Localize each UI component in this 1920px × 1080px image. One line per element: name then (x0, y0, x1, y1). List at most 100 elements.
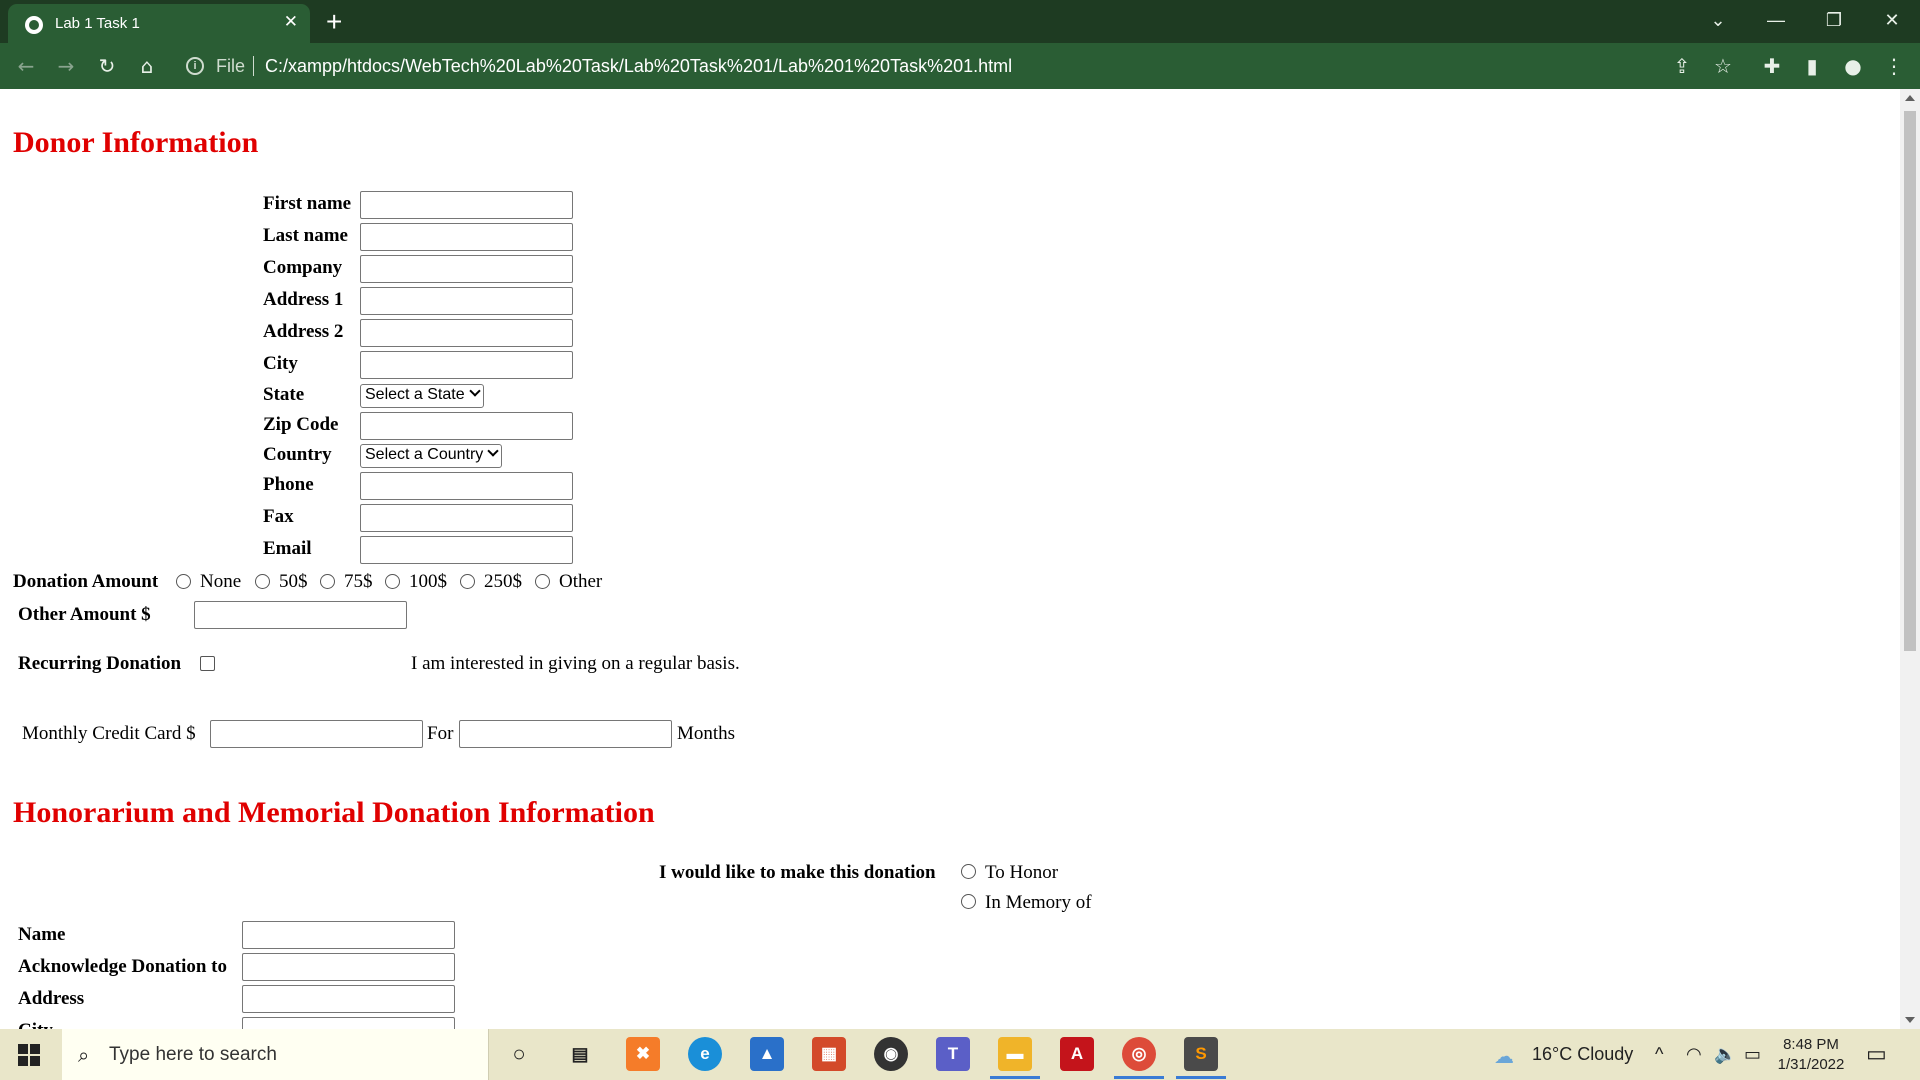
honor-city-input[interactable] (242, 1017, 455, 1029)
phone-input[interactable] (360, 472, 573, 500)
donation-radio-100[interactable] (385, 574, 400, 589)
windows-start-icon[interactable] (18, 1044, 40, 1066)
minimize-button[interactable]: — (1748, 0, 1804, 43)
tray-chevron-up-icon[interactable]: ^ (1655, 1044, 1663, 1065)
other-amount-input[interactable] (194, 601, 407, 629)
extensions-icon[interactable]: ✚ (1758, 52, 1786, 80)
page-scrollbar[interactable] (1900, 89, 1920, 1029)
state-label: State (263, 384, 305, 405)
cloud-icon: ☁ (1494, 1046, 1514, 1068)
recurring-donation-checkbox[interactable] (200, 656, 215, 671)
monthly-amount-input[interactable] (210, 720, 423, 748)
email-input[interactable] (360, 536, 573, 564)
acrobat-icon[interactable]: A (1060, 1037, 1094, 1071)
reload-icon[interactable]: ↻ (93, 52, 121, 80)
in-memory-radio[interactable] (961, 894, 976, 909)
search-placeholder: Type here to search (109, 1044, 277, 1065)
tab-title: Lab 1 Task 1 (55, 15, 140, 32)
task-view-icon[interactable]: ▤ (563, 1037, 597, 1071)
make-donation-label: I would like to make this donation (659, 862, 936, 883)
donation-option-label: 50$ (279, 571, 308, 592)
clock-date: 1/31/2022 (1777, 1056, 1845, 1073)
donation-radio-none[interactable] (176, 574, 191, 589)
address1-label: Address 1 (263, 289, 344, 310)
donation-option-label: 75$ (344, 571, 373, 592)
address2-input[interactable] (360, 319, 573, 347)
tab-search-icon[interactable]: ⌄ (1690, 0, 1746, 43)
acknowledge-input[interactable] (242, 953, 455, 981)
browser-tab[interactable]: Lab 1 Task 1 ✕ (8, 4, 310, 43)
country-select[interactable]: Select a Country (360, 444, 503, 468)
new-tab-button[interactable]: + (326, 6, 342, 38)
state-select[interactable]: Select a State (360, 384, 484, 408)
volume-icon[interactable]: 🔈 (1714, 1044, 1736, 1065)
acknowledge-label: Acknowledge Donation to (18, 956, 228, 977)
donation-radio-other[interactable] (535, 574, 550, 589)
side-panel-icon[interactable]: ▮ (1798, 52, 1826, 80)
taskbar-search-box[interactable]: ⌕ Type here to search (62, 1029, 489, 1080)
close-window-button[interactable]: ✕ (1864, 0, 1920, 43)
scrollbar-thumb[interactable] (1904, 111, 1916, 651)
donation-radio-75[interactable] (320, 574, 335, 589)
share-icon[interactable]: ⇪ (1668, 52, 1696, 80)
months-input[interactable] (459, 720, 672, 748)
address1-input[interactable] (360, 287, 573, 315)
globe-icon (25, 16, 43, 34)
donation-option-label: 100$ (409, 571, 447, 592)
back-icon[interactable]: ← (12, 52, 40, 80)
network-icon[interactable]: ◠ (1686, 1044, 1702, 1065)
file-label: File (216, 56, 246, 76)
browser-tab-strip: Lab 1 Task 1 ✕ + ⌄ — ❐ ✕ (0, 0, 1920, 43)
donation-radio-50[interactable] (255, 574, 270, 589)
address-bar[interactable]: i File C:/xampp/htdocs/WebTech%20Lab%20T… (178, 48, 1708, 84)
company-input[interactable] (360, 255, 573, 283)
zip-code-input[interactable] (360, 412, 573, 440)
honorarium-heading: Honorarium and Memorial Donation Informa… (13, 796, 655, 829)
weather-text[interactable]: 16°C Cloudy (1532, 1044, 1633, 1065)
last-name-input[interactable] (360, 223, 573, 251)
first-name-input[interactable] (360, 191, 573, 219)
teams-icon[interactable]: T (936, 1037, 970, 1071)
forward-icon[interactable]: → (52, 52, 80, 80)
to-honor-radio[interactable] (961, 864, 976, 879)
info-icon[interactable]: i (186, 57, 204, 75)
url-text[interactable]: C:/xampp/htdocs/WebTech%20Lab%20Task/Lab… (265, 56, 1012, 77)
chevron-down-icon (487, 445, 499, 457)
first-name-label: First name (263, 193, 352, 214)
bookmark-star-icon[interactable]: ☆ (1709, 52, 1737, 80)
matlab-icon[interactable]: ▲ (750, 1037, 784, 1071)
battery-icon[interactable]: ▭ (1744, 1044, 1761, 1065)
edge-icon[interactable]: e (688, 1037, 722, 1071)
recurring-donation-label: Recurring Donation (18, 653, 182, 674)
restore-button[interactable]: ❐ (1806, 0, 1862, 43)
sublime-text-icon[interactable]: S (1176, 1037, 1226, 1079)
home-icon[interactable]: ⌂ (133, 52, 161, 80)
profile-avatar[interactable]: ● (1839, 52, 1867, 80)
honor-address-input[interactable] (242, 985, 455, 1013)
chrome-icon[interactable]: ◎ (1114, 1037, 1164, 1079)
obs-icon[interactable]: ◉ (874, 1037, 908, 1071)
close-tab-icon[interactable]: ✕ (284, 12, 298, 32)
for-label: For (427, 723, 454, 744)
clock-time: 8:48 PM (1783, 1036, 1839, 1053)
scroll-down-icon[interactable] (1905, 1017, 1915, 1023)
browser-toolbar: ← → ↻ ⌂ i File C:/xampp/htdocs/WebTech%2… (0, 43, 1920, 89)
chevron-down-icon (468, 385, 481, 397)
xampp-icon[interactable]: ✖ (626, 1037, 660, 1071)
store-icon[interactable]: ▦ (812, 1037, 846, 1071)
monthly-credit-card-label: Monthly Credit Card $ (22, 723, 196, 744)
fax-input[interactable] (360, 504, 573, 532)
notification-icon[interactable]: ▭ (1866, 1041, 1887, 1067)
city-input[interactable] (360, 351, 573, 379)
file-explorer-icon[interactable]: ▬ (990, 1037, 1040, 1079)
honor-name-input[interactable] (242, 921, 455, 949)
menu-icon[interactable]: ⋮ (1880, 52, 1908, 80)
honor-city-label: City (18, 1020, 53, 1029)
country-select-value: Select a Country (365, 446, 484, 463)
clock[interactable]: 8:48 PM 1/31/2022 (1770, 1035, 1852, 1075)
donation-option-label: 250$ (484, 571, 522, 592)
divider (253, 56, 254, 76)
scroll-up-icon[interactable] (1905, 95, 1915, 101)
cortana-icon[interactable]: ○ (502, 1037, 536, 1071)
donation-radio-250[interactable] (460, 574, 475, 589)
